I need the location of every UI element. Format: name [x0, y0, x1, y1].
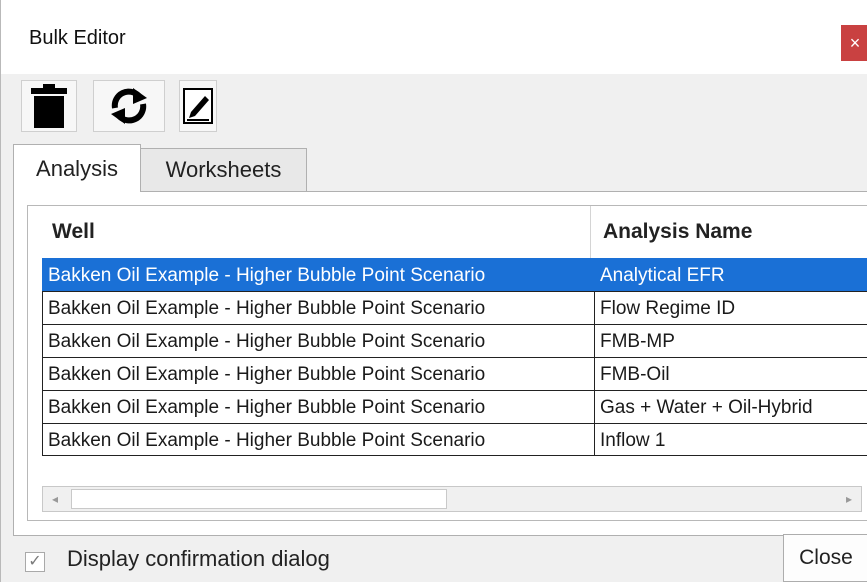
scroll-left-icon[interactable]: ◂ — [43, 487, 67, 511]
scroll-right-icon[interactable]: ▸ — [837, 487, 861, 511]
refresh-button[interactable] — [93, 80, 165, 132]
horizontal-scrollbar[interactable]: ◂ ▸ — [42, 486, 862, 512]
tab-analysis[interactable]: Analysis — [13, 144, 141, 192]
tab-worksheets[interactable]: Worksheets — [141, 148, 307, 192]
window-title: Bulk Editor — [29, 27, 126, 49]
cell-well[interactable]: Bakken Oil Example - Higher Bubble Point… — [42, 423, 594, 456]
title-bar: Bulk Editor × — [1, 0, 867, 74]
column-header-analysis-name[interactable]: Analysis Name — [590, 206, 867, 258]
cell-analysis-name[interactable]: FMB-MP — [594, 324, 867, 357]
cell-analysis-name[interactable]: Analytical EFR — [594, 258, 867, 291]
window-close-button[interactable]: × — [841, 25, 867, 61]
cell-well[interactable]: Bakken Oil Example - Higher Bubble Point… — [42, 258, 594, 291]
cell-analysis-name[interactable]: Gas + Water + Oil-Hybrid — [594, 390, 867, 423]
table-row[interactable]: Bakken Oil Example - Higher Bubble Point… — [42, 291, 867, 324]
confirmation-checkbox[interactable]: ✓ — [25, 552, 45, 572]
cell-well[interactable]: Bakken Oil Example - Higher Bubble Point… — [42, 357, 594, 390]
table-row[interactable]: Bakken Oil Example - Higher Bubble Point… — [42, 258, 867, 291]
bulk-editor-window: Bulk Editor × Analysis Worksheets Well A… — [0, 0, 867, 582]
table-row[interactable]: Bakken Oil Example - Higher Bubble Point… — [42, 390, 867, 423]
trash-icon — [31, 84, 67, 128]
column-header-well[interactable]: Well — [52, 206, 588, 258]
cell-analysis-name[interactable]: Flow Regime ID — [594, 291, 867, 324]
cell-analysis-name[interactable]: FMB-Oil — [594, 357, 867, 390]
grid-header: Well Analysis Name — [28, 206, 867, 258]
scrollbar-thumb[interactable] — [71, 489, 447, 509]
delete-button[interactable] — [21, 80, 77, 132]
cell-well[interactable]: Bakken Oil Example - Higher Bubble Point… — [42, 291, 594, 324]
cell-analysis-name[interactable]: Inflow 1 — [594, 423, 867, 456]
edit-button[interactable] — [179, 80, 217, 132]
analysis-grid: Well Analysis Name Bakken Oil Example - … — [27, 205, 867, 521]
table-row[interactable]: Bakken Oil Example - Higher Bubble Point… — [42, 324, 867, 357]
refresh-icon — [111, 88, 147, 124]
cell-well[interactable]: Bakken Oil Example - Higher Bubble Point… — [42, 324, 594, 357]
confirmation-checkbox-label: Display confirmation dialog — [67, 546, 330, 571]
pencil-edit-icon — [183, 88, 213, 124]
table-row[interactable]: Bakken Oil Example - Higher Bubble Point… — [42, 357, 867, 390]
table-row[interactable]: Bakken Oil Example - Higher Bubble Point… — [42, 423, 867, 456]
close-button[interactable]: Close — [783, 534, 867, 582]
cell-well[interactable]: Bakken Oil Example - Higher Bubble Point… — [42, 390, 594, 423]
